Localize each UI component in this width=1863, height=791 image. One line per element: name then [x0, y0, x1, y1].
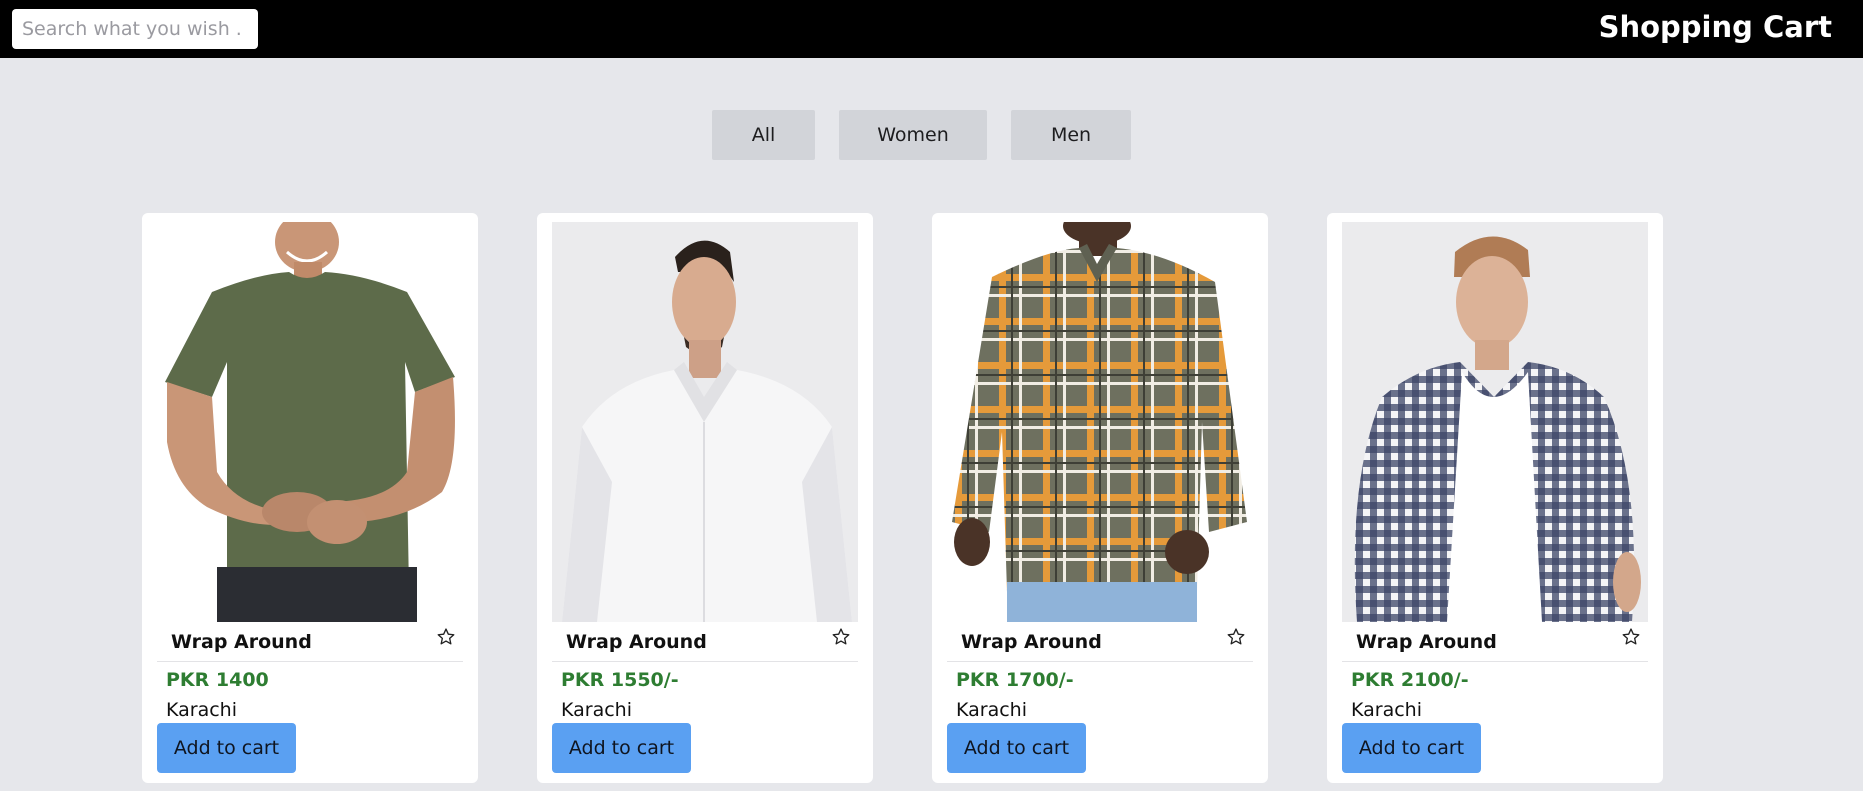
- plaid-shirt-image: [952, 222, 1247, 622]
- product-image[interactable]: [1342, 222, 1648, 622]
- product-image[interactable]: [157, 222, 463, 622]
- white-shirt-image: [562, 240, 852, 622]
- search-input[interactable]: [12, 9, 258, 49]
- divider: [947, 661, 1253, 662]
- product-city: Karachi: [561, 699, 632, 721]
- filter-men-button[interactable]: Men: [1011, 110, 1131, 160]
- add-to-cart-button[interactable]: Add to cart: [157, 723, 296, 773]
- star-outline-icon[interactable]: [436, 627, 456, 647]
- divider: [552, 661, 858, 662]
- filter-all-button[interactable]: All: [712, 110, 815, 160]
- product-city: Karachi: [956, 699, 1027, 721]
- divider: [1342, 661, 1648, 662]
- star-outline-icon[interactable]: [831, 627, 851, 647]
- product-price: PKR 2100/-: [1351, 669, 1469, 691]
- product-card: Wrap Around PKR 1400 Karachi Add to cart: [142, 213, 478, 783]
- add-to-cart-button[interactable]: Add to cart: [1342, 723, 1481, 773]
- add-to-cart-button[interactable]: Add to cart: [947, 723, 1086, 773]
- product-card: Wrap Around PKR 2100/- Karachi Add to ca…: [1327, 213, 1663, 783]
- filter-women-button[interactable]: Women: [839, 110, 987, 160]
- add-to-cart-button[interactable]: Add to cart: [552, 723, 691, 773]
- product-image[interactable]: [552, 222, 858, 622]
- product-title: Wrap Around: [566, 631, 707, 653]
- product-card: Wrap Around PKR 1550/- Karachi Add to ca…: [537, 213, 873, 783]
- checked-shirt-image: [1354, 236, 1641, 622]
- product-title: Wrap Around: [961, 631, 1102, 653]
- product-card: Wrap Around PKR 1700/- Karachi Add to ca…: [932, 213, 1268, 783]
- product-city: Karachi: [1351, 699, 1422, 721]
- top-bar: Shopping Cart: [0, 0, 1863, 58]
- star-outline-icon[interactable]: [1226, 627, 1246, 647]
- category-filters: All Women Men: [0, 110, 1863, 160]
- divider: [157, 661, 463, 662]
- product-price: PKR 1400: [166, 669, 269, 691]
- app-title: Shopping Cart: [1598, 10, 1832, 44]
- green-tshirt-image: [165, 222, 455, 622]
- product-image[interactable]: [947, 222, 1253, 622]
- product-title: Wrap Around: [1356, 631, 1497, 653]
- product-city: Karachi: [166, 699, 237, 721]
- product-title: Wrap Around: [171, 631, 312, 653]
- product-price: PKR 1700/-: [956, 669, 1074, 691]
- product-price: PKR 1550/-: [561, 669, 679, 691]
- star-outline-icon[interactable]: [1621, 627, 1641, 647]
